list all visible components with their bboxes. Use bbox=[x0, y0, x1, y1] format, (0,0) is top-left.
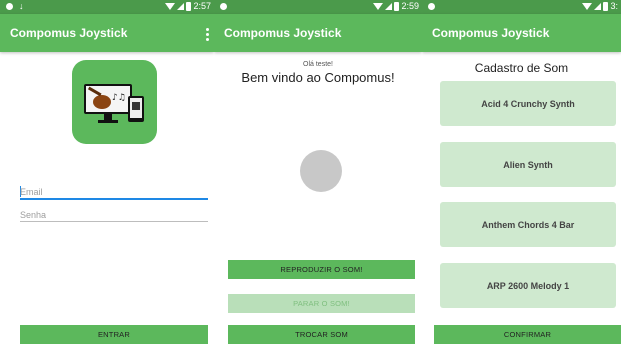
app-title: Compomus Joystick bbox=[432, 26, 550, 40]
battery-icon bbox=[603, 1, 609, 11]
sound-item[interactable]: ARP 2600 Melody 1 bbox=[440, 263, 616, 308]
signal-icon bbox=[177, 2, 185, 10]
signal-icon bbox=[385, 2, 393, 10]
status-bar: ↓ 2:57 bbox=[0, 0, 214, 14]
battery-icon bbox=[186, 1, 192, 11]
player-screen: 2:59 Compomus Joystick Olá teste! Bem vi… bbox=[214, 0, 422, 344]
signal-icon bbox=[594, 2, 602, 10]
notification-dot-icon bbox=[6, 3, 13, 10]
password-underline bbox=[20, 221, 208, 222]
status-time: 3: bbox=[610, 1, 618, 11]
download-icon: ↓ bbox=[19, 1, 24, 11]
app-title: Compomus Joystick bbox=[10, 26, 128, 40]
wifi-icon bbox=[165, 2, 176, 10]
wifi-icon bbox=[373, 2, 384, 10]
sound-item[interactable]: Acid 4 Crunchy Synth bbox=[440, 81, 616, 126]
stop-sound-button[interactable]: PARAR O SOM! bbox=[228, 294, 415, 313]
svg-text:♪♫: ♪♫ bbox=[112, 93, 126, 103]
notification-dot-icon bbox=[428, 3, 435, 10]
notification-dot-icon bbox=[220, 3, 227, 10]
list-title: Cadastro de Som bbox=[474, 61, 569, 75]
user-greeting: Olá teste! bbox=[303, 61, 333, 68]
overflow-menu-icon[interactable] bbox=[206, 28, 209, 43]
battery-icon bbox=[394, 1, 400, 11]
status-time: 2:59 bbox=[401, 1, 419, 11]
change-sound-button[interactable]: TROCAR SOM bbox=[228, 325, 415, 344]
confirm-button[interactable]: CONFIRMAR bbox=[434, 325, 621, 344]
wifi-icon bbox=[582, 2, 593, 10]
sound-list-screen: 3: Compomus Joystick Cadastro de Som Aci… bbox=[422, 0, 621, 344]
app-title: Compomus Joystick bbox=[224, 26, 342, 40]
enter-button[interactable]: ENTRAR bbox=[20, 325, 208, 344]
welcome-heading: Bem vindo ao Compomus! bbox=[241, 70, 395, 85]
app-bar: Compomus Joystick bbox=[214, 14, 422, 52]
status-bar: 3: bbox=[422, 0, 621, 14]
sound-item[interactable]: Alien Synth bbox=[440, 142, 616, 187]
app-bar: Compomus Joystick bbox=[422, 14, 621, 52]
computer-music-logo-icon: ♪♫ bbox=[84, 84, 144, 123]
login-screen: ↓ 2:57 Compomus Joystick ♪♫ ENTRAR bbox=[0, 0, 214, 344]
sound-item[interactable]: Anthem Chords 4 Bar bbox=[440, 202, 616, 247]
app-bar: Compomus Joystick bbox=[0, 14, 214, 52]
status-bar: 2:59 bbox=[214, 0, 422, 14]
app-logo: ♪♫ bbox=[72, 60, 157, 144]
joystick-circle[interactable] bbox=[300, 150, 342, 192]
email-underline bbox=[20, 198, 208, 200]
status-time: 2:57 bbox=[193, 1, 211, 11]
play-sound-button[interactable]: REPRODUZIR O SOM! bbox=[228, 260, 415, 279]
